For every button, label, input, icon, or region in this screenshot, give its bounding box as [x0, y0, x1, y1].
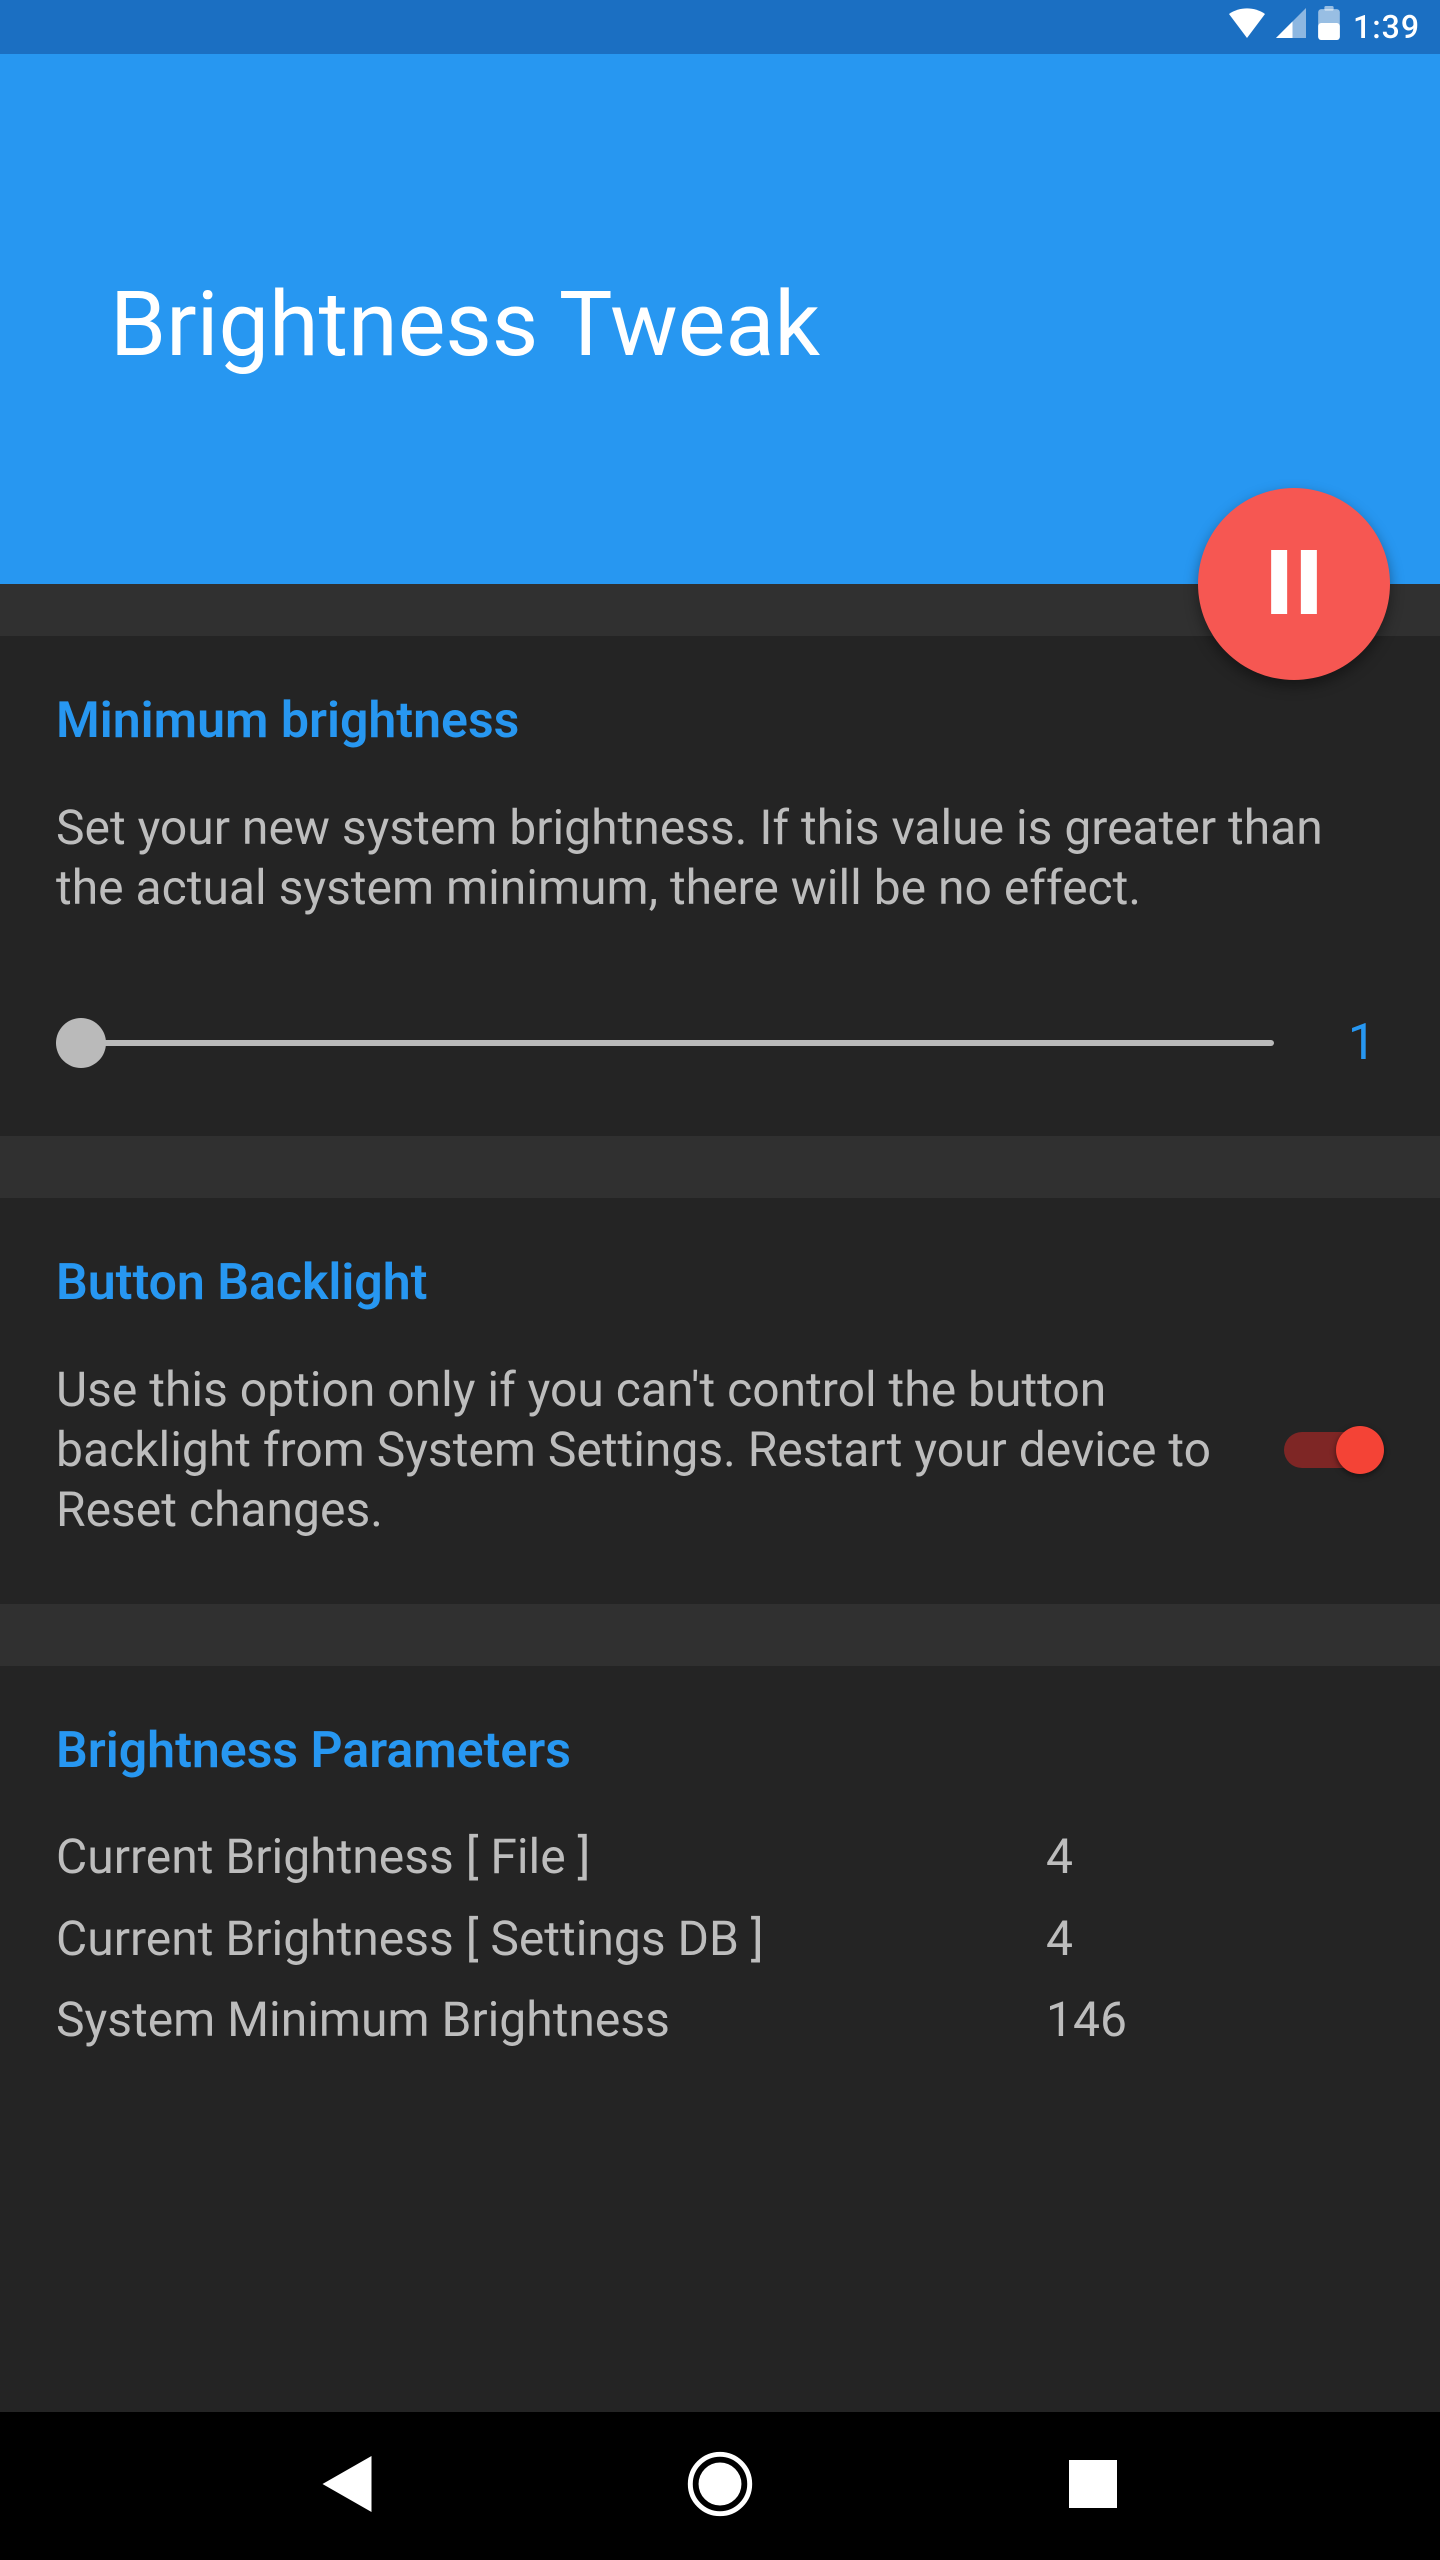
app-header: Brightness Tweak: [0, 54, 1440, 584]
card-brightness-parameters: Brightness Parameters Current Brightness…: [0, 1666, 1440, 2412]
android-navbar: [0, 2412, 1440, 2560]
backlight-toggle[interactable]: [1284, 1426, 1384, 1474]
nav-home-button[interactable]: [680, 2446, 760, 2526]
nav-recents-button[interactable]: [1053, 2446, 1133, 2526]
card-minimum-brightness: Minimum brightness Set your new system b…: [0, 636, 1440, 1136]
min-brightness-value: 1: [1334, 1014, 1384, 1072]
recents-square-icon: [1069, 2460, 1117, 2512]
slider-track: [56, 1040, 1274, 1046]
back-triangle-icon: [321, 2456, 373, 2516]
status-clock: 1:39: [1353, 8, 1420, 46]
toggle-knob: [1336, 1426, 1384, 1474]
status-icons: [1229, 6, 1341, 48]
page-title: Brightness Tweak: [0, 272, 820, 377]
min-brightness-desc: Set your new system brightness. If this …: [56, 798, 1384, 918]
cell-signal-icon: [1275, 8, 1307, 46]
param-row: System Minimum Brightness 146: [56, 1979, 1384, 2061]
slider-thumb[interactable]: [56, 1018, 106, 1068]
backlight-desc: Use this option only if you can't contro…: [56, 1360, 1224, 1540]
param-label: Current Brightness [ Settings DB ]: [56, 1898, 1046, 1980]
param-value: 4: [1046, 1898, 1073, 1980]
nav-back-button[interactable]: [307, 2446, 387, 2526]
min-brightness-title: Minimum brightness: [56, 692, 1384, 750]
content-area: Minimum brightness Set your new system b…: [0, 584, 1440, 2412]
battery-icon: [1317, 6, 1341, 48]
status-bar: 1:39: [0, 0, 1440, 54]
card-button-backlight: Button Backlight Use this option only if…: [0, 1198, 1440, 1604]
pause-icon: [1266, 550, 1322, 618]
param-value: 4: [1046, 1816, 1073, 1898]
home-circle-icon: [687, 2451, 753, 2521]
param-label: System Minimum Brightness: [56, 1979, 1046, 2061]
param-row: Current Brightness [ File ] 4: [56, 1816, 1384, 1898]
param-row: Current Brightness [ Settings DB ] 4: [56, 1898, 1384, 1980]
params-title: Brightness Parameters: [56, 1722, 1384, 1780]
backlight-title: Button Backlight: [56, 1254, 1384, 1312]
min-brightness-slider[interactable]: [56, 1018, 1274, 1068]
wifi-icon: [1229, 8, 1265, 46]
pause-fab[interactable]: [1198, 488, 1390, 680]
param-value: 146: [1046, 1979, 1127, 2061]
param-label: Current Brightness [ File ]: [56, 1816, 1046, 1898]
